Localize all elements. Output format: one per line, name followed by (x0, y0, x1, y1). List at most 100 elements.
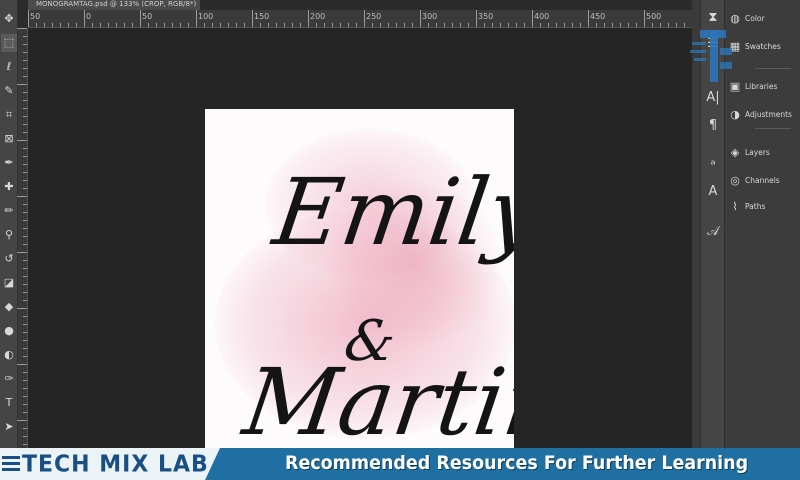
ruler-label: 400 (534, 12, 550, 21)
ruler-tick (596, 23, 597, 27)
panel-layers[interactable]: ◈ Layers (729, 142, 770, 162)
type-tool[interactable]: T (1, 394, 17, 412)
ruler-tick (636, 23, 637, 27)
ruler-tick (172, 23, 173, 27)
ruler-tick (540, 23, 541, 27)
ruler-tick (604, 23, 605, 27)
ruler-tick (516, 23, 517, 27)
ruler-tick (23, 340, 27, 341)
ruler-tick (476, 10, 477, 27)
ruler-tick (188, 23, 189, 27)
ruler-tick (500, 23, 501, 27)
ruler-tick (588, 10, 589, 27)
ruler-tick (396, 23, 397, 27)
ruler-label: 150 (254, 12, 270, 21)
ruler-label: 0 (86, 12, 92, 21)
quick-select-tool[interactable]: ✎ (1, 82, 17, 100)
ruler-tick (17, 252, 27, 253)
ruler-tick (580, 23, 581, 27)
ruler-tick (23, 444, 27, 445)
brand-logo-text: TECH MIX LAB (22, 451, 209, 478)
ruler-tick (76, 23, 77, 27)
ruler-tick (628, 23, 629, 27)
ruler-tick (23, 204, 27, 205)
horizontal-ruler: 50 0 50 100 150 200 250 300 350 400 450 500 (28, 10, 692, 28)
ruler-tick (17, 364, 27, 365)
panel-adjustments[interactable]: ◑ Adjustments (729, 104, 792, 124)
ruler-tick (260, 23, 261, 27)
pen-tool[interactable]: ✑ (1, 370, 17, 388)
ruler-tick (23, 412, 27, 413)
history-brush-tool[interactable]: ↺ (1, 250, 17, 268)
ruler-tick (444, 23, 445, 27)
ruler-tick (148, 23, 149, 27)
paragraph-styles-icon[interactable]: 𝒜 (703, 222, 723, 242)
ruler-tick (23, 380, 27, 381)
ruler-tick (420, 10, 421, 27)
ruler-tick (244, 23, 245, 27)
ruler-tick (412, 23, 413, 27)
eraser-tool[interactable]: ◪ (1, 274, 17, 292)
panel-label: Color (745, 13, 765, 23)
path-select-tool[interactable]: ➤ (1, 418, 17, 436)
ruler-tick (23, 60, 27, 61)
blur-tool[interactable]: ● (1, 322, 17, 340)
ruler-tick (23, 180, 27, 181)
ruler-tick (23, 236, 27, 237)
panel-channels[interactable]: ◎ Channels (729, 170, 780, 190)
tools-panel: ✥ ⬚ ℓ ✎ ⌗ ⊠ ✒ ✚ ✏ ⚲ ↺ ◪ ◆ ● ◐ ✑ T ➤ (0, 0, 18, 448)
glyphs-icon[interactable]: ᵃ (703, 156, 723, 176)
crop-tool[interactable]: ⌗ (1, 106, 17, 124)
lasso-tool[interactable]: ℓ (1, 58, 17, 76)
ruler-label: 50 (30, 12, 41, 21)
panel-label: Libraries (745, 81, 778, 91)
panel-swatches[interactable]: ▦ Swatches (729, 36, 781, 56)
move-tool[interactable]: ✥ (1, 10, 17, 28)
ruler-tick (108, 23, 109, 27)
eyedropper-tool[interactable]: ✒ (1, 154, 17, 172)
marquee-tool[interactable]: ⬚ (1, 34, 17, 52)
ruler-tick (684, 23, 685, 27)
script-text-emily: Emily (267, 159, 514, 266)
ruler-tick (612, 23, 613, 27)
artboard[interactable]: Emily & Martin (205, 109, 514, 449)
frame-tool[interactable]: ⊠ (1, 130, 17, 148)
paragraph-icon[interactable]: ¶ (703, 116, 723, 136)
ruler-tick (23, 116, 27, 117)
ruler-tick (348, 23, 349, 27)
ruler-tick (236, 23, 237, 27)
ruler-tick (532, 10, 533, 27)
ruler-tick (308, 10, 309, 27)
ruler-tick (644, 10, 645, 27)
ruler-tick (23, 188, 27, 189)
ruler-tick (23, 108, 27, 109)
history-icon[interactable]: ⧗ (703, 8, 723, 28)
character-styles-icon[interactable]: A (703, 182, 723, 202)
panel-libraries[interactable]: ▣ Libraries (729, 76, 778, 96)
ruler-tick (23, 244, 27, 245)
brush-tool[interactable]: ✏ (1, 202, 17, 220)
ruler-tick (332, 23, 333, 27)
gradient-tool[interactable]: ◆ (1, 298, 17, 316)
footer-banner: TECH MIX LAB Recommended Resources For F… (0, 448, 800, 480)
ruler-tick (17, 308, 27, 309)
character-icon[interactable]: A| (703, 88, 723, 108)
ruler-tick (23, 436, 27, 437)
clone-stamp-tool[interactable]: ⚲ (1, 226, 17, 244)
ruler-tick (23, 292, 27, 293)
document-tab[interactable]: MONOGRAMTAG.psd @ 133% (CROP, RGB/8*) (28, 0, 200, 10)
ruler-tick (23, 212, 27, 213)
panel-paths[interactable]: ⌇ Paths (729, 196, 765, 216)
ruler-tick (268, 23, 269, 27)
ruler-tick (484, 23, 485, 27)
ruler-label: 250 (366, 12, 382, 21)
ruler-tick (460, 23, 461, 27)
ruler-tick (23, 36, 27, 37)
ruler-tick (316, 23, 317, 27)
ruler-tick (23, 404, 27, 405)
ruler-tick (44, 23, 45, 27)
panel-color[interactable]: ◍ Color (729, 8, 765, 28)
ruler-tick (380, 23, 381, 27)
healing-brush-tool[interactable]: ✚ (1, 178, 17, 196)
dodge-tool[interactable]: ◐ (1, 346, 17, 364)
